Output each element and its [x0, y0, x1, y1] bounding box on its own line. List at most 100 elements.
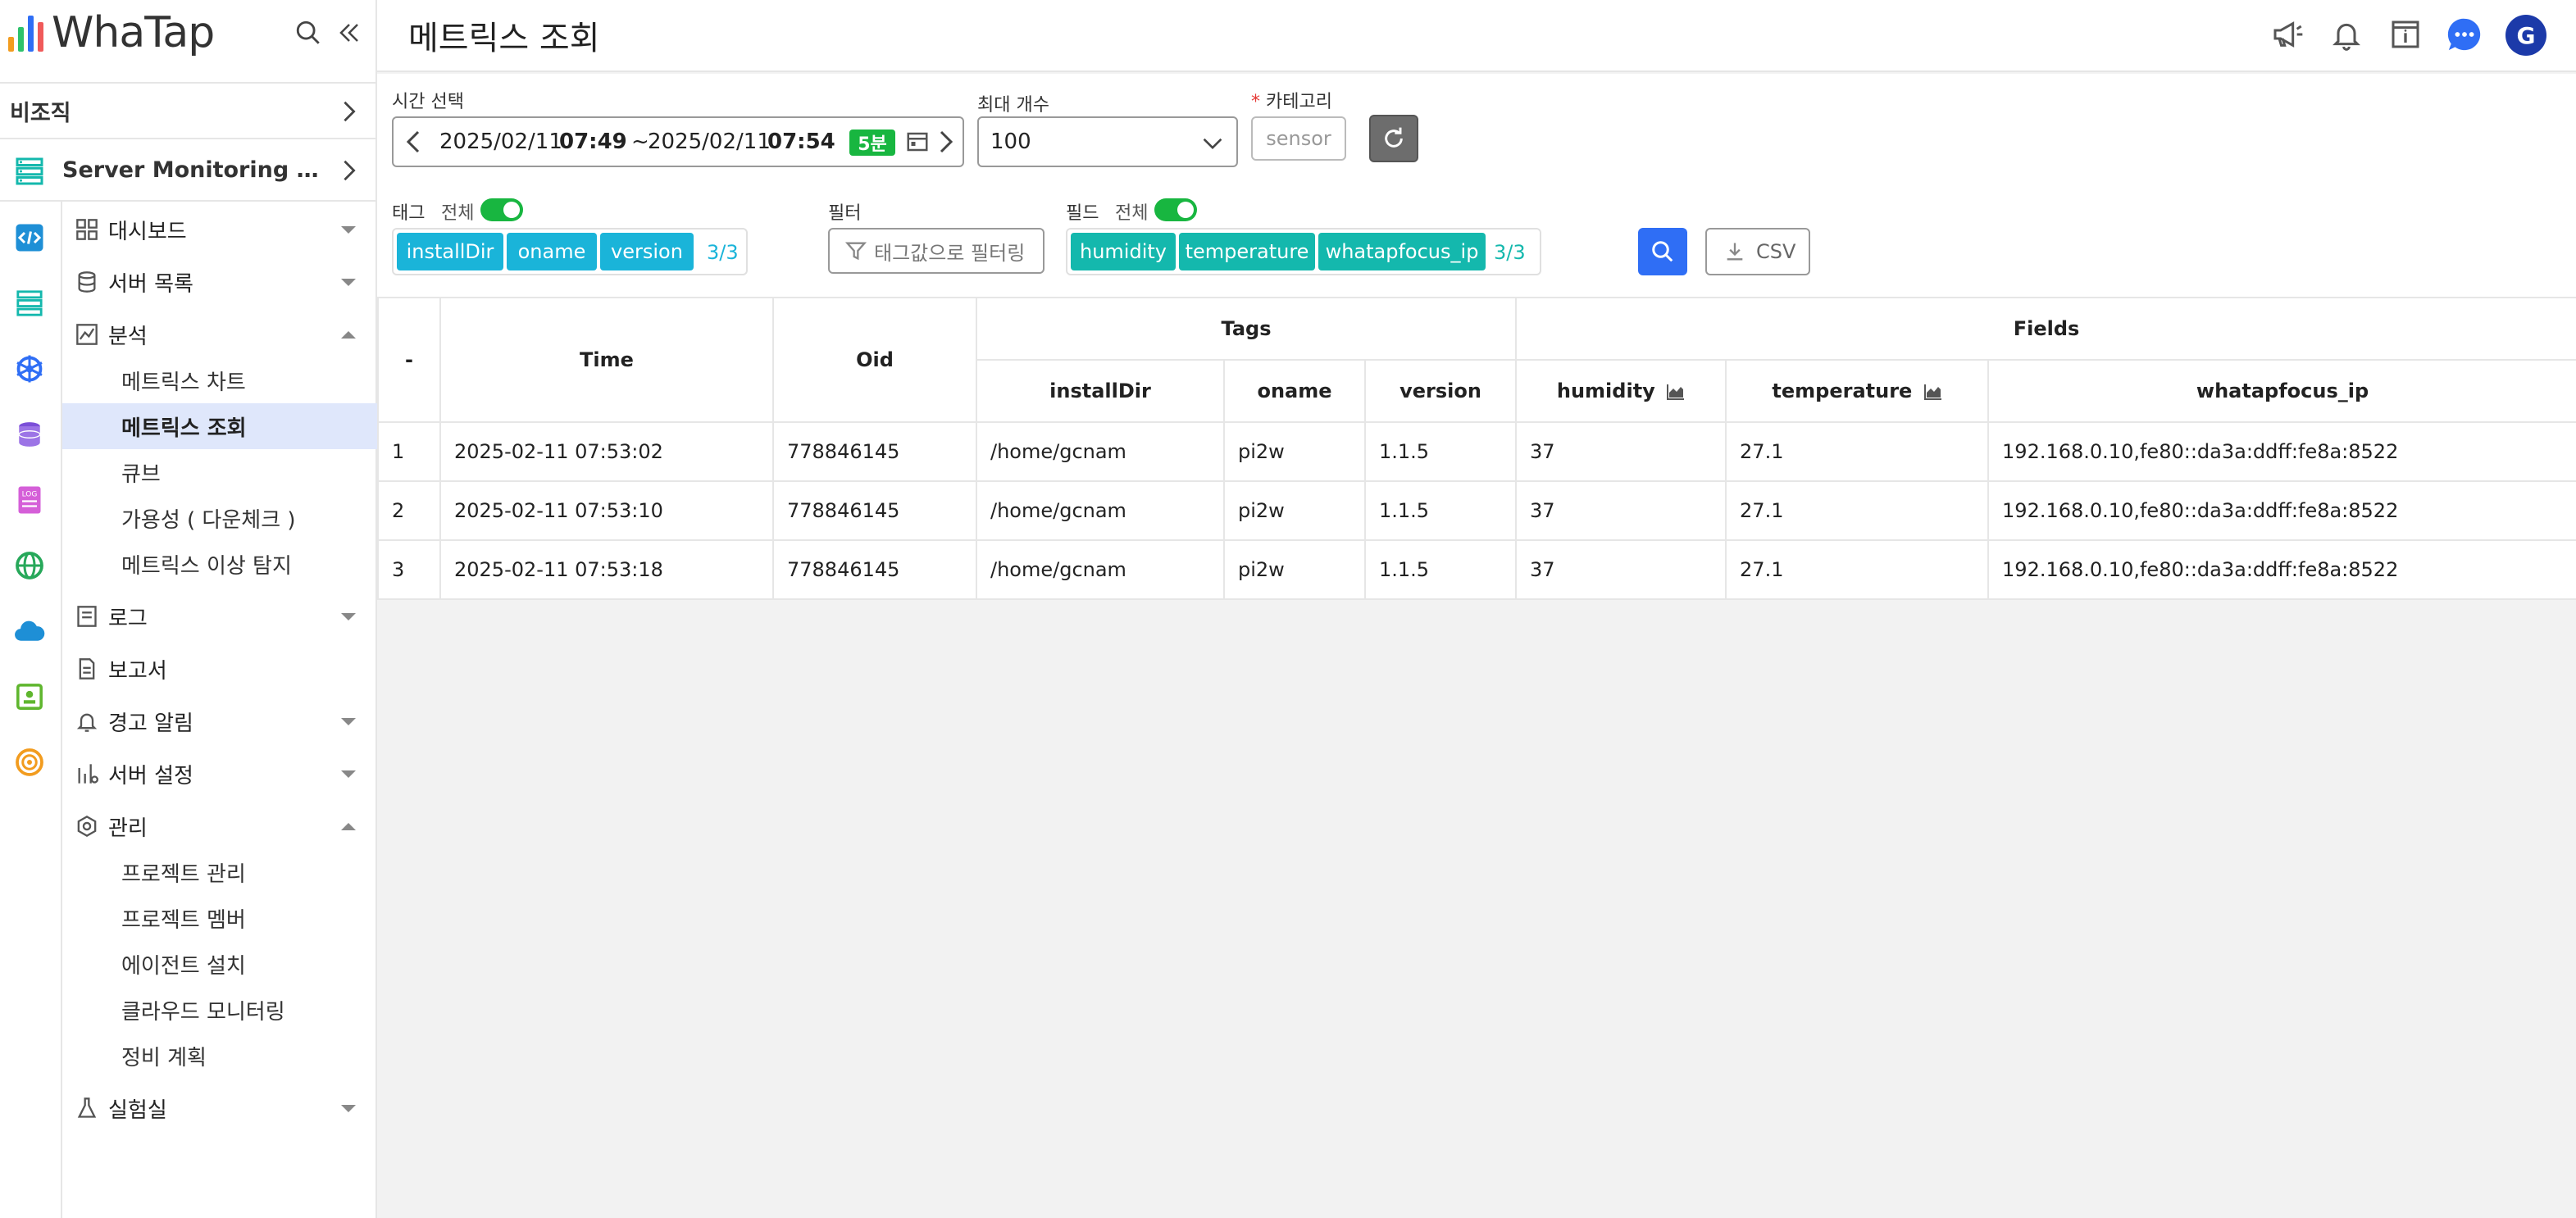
menu-alert[interactable]: 경고 알림 [62, 698, 377, 744]
chevron-right-icon [341, 100, 357, 129]
cell-ip: 192.168.0.10,fe80::da3a:ddff:fe8a:8522 [1987, 539, 2576, 600]
col-oid-header[interactable]: Oid [772, 297, 977, 423]
tag-filter-button[interactable]: 태그값으로 필터링 [828, 228, 1045, 274]
table-row[interactable]: 3 2025-02-11 07:53:18 778846145 /home/gc… [377, 539, 2576, 600]
menu-report[interactable]: 보고서 [62, 646, 377, 692]
next-range-icon[interactable] [938, 130, 954, 157]
search-icon [1652, 241, 1673, 262]
field-chip-temperature[interactable]: temperature [1179, 233, 1315, 270]
results-table: - Time Oid Tags Fields installDir oname … [377, 297, 2576, 600]
tags-all-toggle[interactable] [480, 198, 523, 221]
cell-oname: pi2w [1223, 539, 1366, 600]
sidebar: WhaTap 비조직 Server Monitoring By Gic... [0, 0, 377, 1218]
fields-all-label: 전체 [1115, 203, 1149, 224]
user-monitoring-icon[interactable] [13, 680, 46, 713]
sub-anomaly-detection[interactable]: 메트릭스 이상 탐지 [62, 541, 377, 587]
project-selector[interactable]: Server Monitoring By Gic... [0, 141, 377, 202]
funnel-icon [844, 239, 867, 267]
sub-project-management[interactable]: 프로젝트 관리 [62, 849, 377, 895]
col-installdir-header[interactable]: installDir [976, 359, 1225, 423]
code-apm-icon[interactable] [13, 221, 46, 254]
server-project-icon [15, 156, 44, 190]
menu-label: 대시보드 [108, 219, 187, 244]
tag-filter-label: 태그값으로 필터링 [874, 241, 1026, 265]
menu-server-settings[interactable]: 서버 설정 [62, 751, 377, 797]
cell-installdir: /home/gcnam [976, 539, 1225, 600]
col-time-header[interactable]: Time [439, 297, 774, 423]
user-avatar[interactable]: G [2505, 15, 2546, 56]
col-oname-header[interactable]: oname [1223, 359, 1366, 423]
menu-log[interactable]: 로그 [62, 593, 377, 639]
col-index-header: - [377, 297, 441, 423]
database-icon[interactable] [13, 418, 46, 451]
sub-maintenance-plan[interactable]: 정비 계획 [62, 1033, 377, 1079]
table-row[interactable]: 1 2025-02-11 07:53:02 778846145 /home/gc… [377, 421, 2576, 482]
server-icon[interactable] [13, 287, 46, 320]
search-icon[interactable] [290, 15, 326, 51]
table-row[interactable]: 2 2025-02-11 07:53:10 778846145 /home/gc… [377, 480, 2576, 541]
area-chart-icon[interactable] [1923, 384, 1942, 400]
csv-download-button[interactable]: CSV [1705, 228, 1810, 275]
tag-chip-oname[interactable]: oname [507, 233, 597, 270]
fields-count: 3/3 [1494, 241, 1526, 264]
org-label: 비조직 [10, 100, 71, 126]
sub-metrics-chart[interactable]: 메트릭스 차트 [62, 357, 377, 403]
collapse-sidebar-icon[interactable] [331, 15, 367, 51]
area-chart-icon[interactable] [1667, 384, 1685, 400]
max-count-select[interactable]: 100 [977, 116, 1238, 167]
database-stack-icon [78, 271, 96, 293]
cell-ip: 192.168.0.10,fe80::da3a:ddff:fe8a:8522 [1987, 421, 2576, 482]
col-ip-header[interactable]: whatapfocus_ip [1987, 359, 2576, 423]
refresh-button[interactable] [1369, 115, 1418, 162]
menu-label: 로그 [108, 606, 148, 631]
col-temperature-header[interactable]: temperature [1725, 359, 1990, 423]
page-title: 메트릭스 조회 [408, 20, 600, 57]
sub-cube[interactable]: 큐브 [62, 449, 377, 495]
calendar-icon[interactable] [905, 130, 930, 157]
sub-agent-install[interactable]: 에이전트 설치 [62, 941, 377, 987]
kubernetes-icon[interactable] [13, 352, 46, 385]
menu-lab[interactable]: 실험실 [62, 1085, 377, 1131]
menu-management[interactable]: 관리 [62, 803, 377, 849]
cell-temperature: 27.1 [1725, 421, 1990, 482]
tag-chip-installdir[interactable]: installDir [397, 233, 503, 270]
project-name: Server Monitoring By Gic... [62, 157, 333, 183]
cell-time: 2025-02-11 07:53:18 [439, 539, 774, 600]
broadcast-icon[interactable] [13, 746, 46, 779]
caret-down-icon [341, 226, 356, 234]
category-input[interactable]: sensor [1251, 116, 1346, 161]
col-version-header[interactable]: version [1363, 359, 1518, 423]
megaphone-icon[interactable] [2268, 15, 2307, 54]
sub-availability[interactable]: 가용성 ( 다운체크 ) [62, 495, 377, 541]
log-icon[interactable]: LOG [13, 484, 46, 516]
field-chip-whatapfocus-ip[interactable]: whatapfocus_ip [1318, 233, 1486, 270]
globe-url-icon[interactable] [13, 549, 46, 582]
refresh-icon [1385, 127, 1403, 148]
cell-index: 3 [377, 539, 441, 600]
notification-bell-icon[interactable] [2327, 15, 2366, 54]
sub-project-members[interactable]: 프로젝트 멤버 [62, 895, 377, 941]
col-humidity-label: humidity [1556, 379, 1655, 402]
fields-all-toggle[interactable] [1154, 198, 1197, 221]
menu-dashboard[interactable]: 대시보드 [62, 207, 377, 252]
prev-range-icon[interactable] [405, 130, 421, 157]
fields-label: 필드 [1066, 203, 1099, 224]
duration-badge: 5분 [849, 130, 895, 156]
cloud-icon[interactable] [13, 615, 46, 648]
field-chip-humidity[interactable]: humidity [1071, 233, 1176, 270]
menu-label: 경고 알림 [108, 711, 193, 736]
whatap-logo[interactable]: WhaTap [8, 8, 215, 57]
time-range-picker[interactable]: 2025/02/11 07:49 ~ 2025/02/11 07:54 5분 [392, 116, 964, 167]
org-selector[interactable]: 비조직 [0, 82, 377, 139]
settings-bars-icon [78, 764, 98, 784]
sub-metrics-query[interactable]: 메트릭스 조회 [62, 403, 377, 449]
menu-server-list[interactable]: 서버 목록 [62, 259, 377, 305]
col-humidity-header[interactable]: humidity [1515, 359, 1727, 423]
tag-chip-version[interactable]: version [600, 233, 694, 270]
search-button[interactable] [1638, 228, 1687, 275]
menu-analysis[interactable]: 분석 [62, 311, 377, 357]
cell-oname: pi2w [1223, 421, 1366, 482]
sub-cloud-monitoring[interactable]: 클라우드 모니터링 [62, 987, 377, 1033]
chat-bubble-icon[interactable] [2445, 15, 2484, 54]
info-panel-icon[interactable] [2386, 15, 2425, 54]
